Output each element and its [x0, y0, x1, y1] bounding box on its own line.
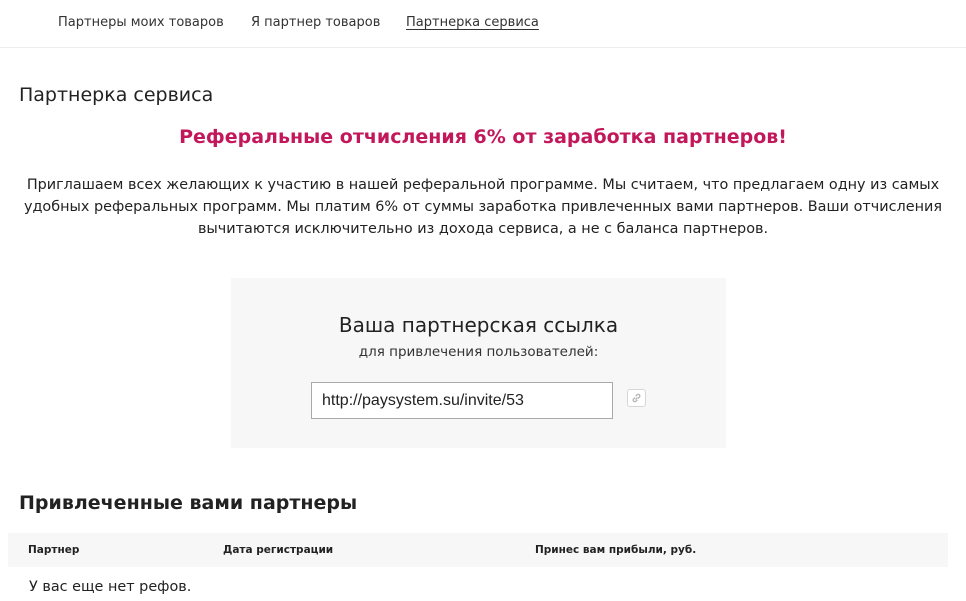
column-profit: Принес вам прибыли, руб. — [535, 544, 697, 556]
referral-link-input[interactable] — [311, 382, 613, 419]
tab-service-affiliate[interactable]: Партнерка сервиса — [406, 15, 539, 30]
link-icon — [632, 393, 641, 403]
partners-title: Привлеченные вами партнеры — [19, 492, 358, 514]
column-partner: Партнер — [28, 544, 80, 556]
page-title: Партнерка сервиса — [19, 84, 214, 106]
copy-link-button[interactable] — [627, 389, 646, 407]
tabs-bar: Партнеры моих товаров Я партнер товаров … — [0, 0, 966, 48]
partners-table-header: Партнер Дата регистрации Принес вам приб… — [8, 533, 948, 567]
referral-link-title: Ваша партнерская ссылка — [338, 313, 619, 337]
referral-link-panel: Ваша партнерская ссылка для привлечения … — [231, 278, 726, 448]
empty-state-message: У вас еще нет рефов. — [29, 579, 192, 595]
column-registration-date: Дата регистрации — [223, 544, 334, 556]
tab-my-products-partners[interactable]: Партнеры моих товаров — [58, 15, 224, 30]
referral-link-subtitle: для привлечения пользователей: — [358, 344, 599, 360]
tab-i-am-partner[interactable]: Я партнер товаров — [251, 15, 380, 30]
intro-text: Приглашаем всех желающих к участию в наш… — [23, 177, 943, 237]
promo-heading: Реферальные отчисления 6% от заработка п… — [179, 126, 787, 148]
